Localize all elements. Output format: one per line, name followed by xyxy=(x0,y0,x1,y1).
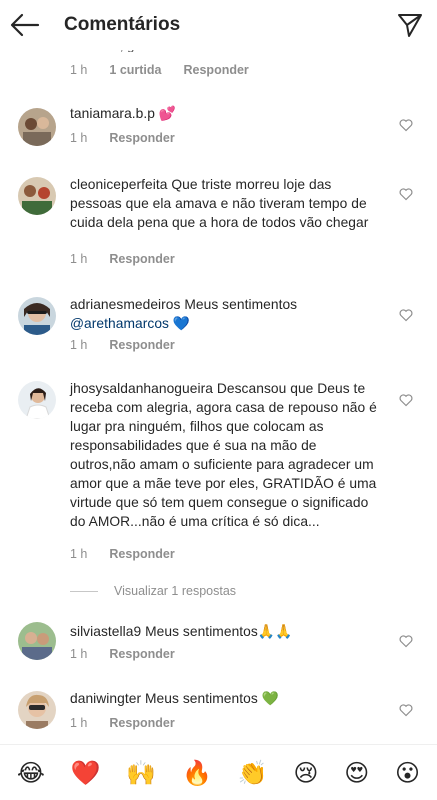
heart-eyes-emoji-icon[interactable]: 😍 xyxy=(344,759,369,787)
like-heart-icon[interactable] xyxy=(399,634,413,648)
comment-time: 1 h xyxy=(70,131,88,145)
clapping-hands-emoji-icon[interactable]: 👏 xyxy=(238,759,268,787)
view-replies-button[interactable]: Visualizar 1 respostas xyxy=(70,584,236,598)
reply-button[interactable]: Responder xyxy=(109,547,174,561)
comment-message: Meus sentimentos🙏🙏 xyxy=(145,624,293,639)
page-title: Comentários xyxy=(64,14,181,35)
reply-button[interactable]: Responder xyxy=(109,338,174,352)
comment-message: 💕 xyxy=(158,106,177,121)
arrow-left-icon[interactable] xyxy=(10,12,40,38)
reply-button[interactable]: Responder xyxy=(184,63,249,77)
comment-time: 1 h xyxy=(70,338,88,352)
divider xyxy=(70,590,98,592)
comment-username[interactable]: jhosysaldanhanogueira xyxy=(70,381,213,396)
laughing-emoji-icon[interactable]: 😂 xyxy=(17,759,45,787)
comment-meta: 1 h Responder xyxy=(70,716,175,730)
crying-face-emoji-icon[interactable]: 😢 xyxy=(293,759,318,787)
reply-button[interactable]: Responder xyxy=(109,131,174,145)
mention-link[interactable]: @arethamarcos 💙 xyxy=(70,316,190,331)
surprised-face-emoji-icon[interactable]: 😮 xyxy=(395,759,420,787)
emoji-quick-bar: 😂 ❤️ 🙌 🔥 👏 😢 😍 😮 xyxy=(0,744,437,800)
avatar[interactable] xyxy=(18,622,56,660)
reply-button[interactable]: Responder xyxy=(109,252,174,266)
fire-emoji-icon[interactable]: 🔥 xyxy=(182,759,212,787)
comment-message: Meus sentimentos 💚 xyxy=(145,691,279,706)
avatar[interactable] xyxy=(18,691,56,729)
raised-hands-emoji-icon[interactable]: 🙌 xyxy=(126,759,156,787)
paper-plane-icon[interactable] xyxy=(397,12,423,38)
comment-body: jhosysaldanhanogueira Descansou que Deus… xyxy=(70,379,385,531)
comment-meta: 1 h Responder xyxy=(70,252,175,266)
avatar[interactable] xyxy=(18,108,56,146)
comment-message: Descansou que Deus te receba com alegria… xyxy=(70,381,377,529)
comment-body: silviastella9 Meus sentimentos🙏🙏 xyxy=(70,622,385,641)
comment-time: 1 h xyxy=(70,716,88,730)
like-heart-icon[interactable] xyxy=(399,703,413,717)
red-heart-emoji-icon[interactable]: ❤️ xyxy=(71,759,101,787)
like-heart-icon[interactable] xyxy=(399,187,413,201)
comment-meta: 1 h Responder xyxy=(70,131,175,145)
comment-body: taniamara.b.p 💕 xyxy=(70,104,385,123)
comment-message: Meus sentimentos xyxy=(184,297,298,312)
like-heart-icon[interactable] xyxy=(399,393,413,407)
comment-username[interactable]: silviastella9 xyxy=(70,624,141,639)
comment-body: cleoniceperfeita Que triste morreu loje … xyxy=(70,175,385,232)
comment-meta: 1 h Responder xyxy=(70,547,175,561)
comment-time: 1 h xyxy=(70,252,88,266)
comment-meta: 1 h Responder xyxy=(70,338,175,352)
comment-username[interactable]: adrianesmedeiros xyxy=(70,297,180,312)
like-heart-icon[interactable] xyxy=(399,118,413,132)
reply-button[interactable]: Responder xyxy=(109,647,174,661)
comment-username[interactable]: daniwingter xyxy=(70,691,141,706)
comment-likes[interactable]: 1 curtida xyxy=(109,63,161,77)
comment-time: 1 h xyxy=(70,647,88,661)
comment-username[interactable]: taniamara.b.p xyxy=(70,106,155,121)
comment-meta: 1 h Responder xyxy=(70,647,175,661)
avatar[interactable] xyxy=(18,381,56,419)
avatar[interactable] xyxy=(18,177,56,215)
comment-body: adrianesmedeiros Meus sentimentos @areth… xyxy=(70,295,385,333)
view-replies-label: Visualizar 1 respostas xyxy=(114,584,237,598)
header-bar: Comentários xyxy=(0,0,437,50)
reply-button[interactable]: Responder xyxy=(109,716,174,730)
comment-time: 1 h xyxy=(70,63,88,77)
comment-time: 1 h xyxy=(70,547,88,561)
partial-comment-meta: 1 h 1 curtida Responder xyxy=(70,63,249,77)
comment-username[interactable]: cleoniceperfeita xyxy=(70,177,167,192)
avatar[interactable] xyxy=(18,297,56,335)
comment-body: daniwingter Meus sentimentos 💚 xyxy=(70,689,385,708)
like-heart-icon[interactable] xyxy=(399,308,413,322)
